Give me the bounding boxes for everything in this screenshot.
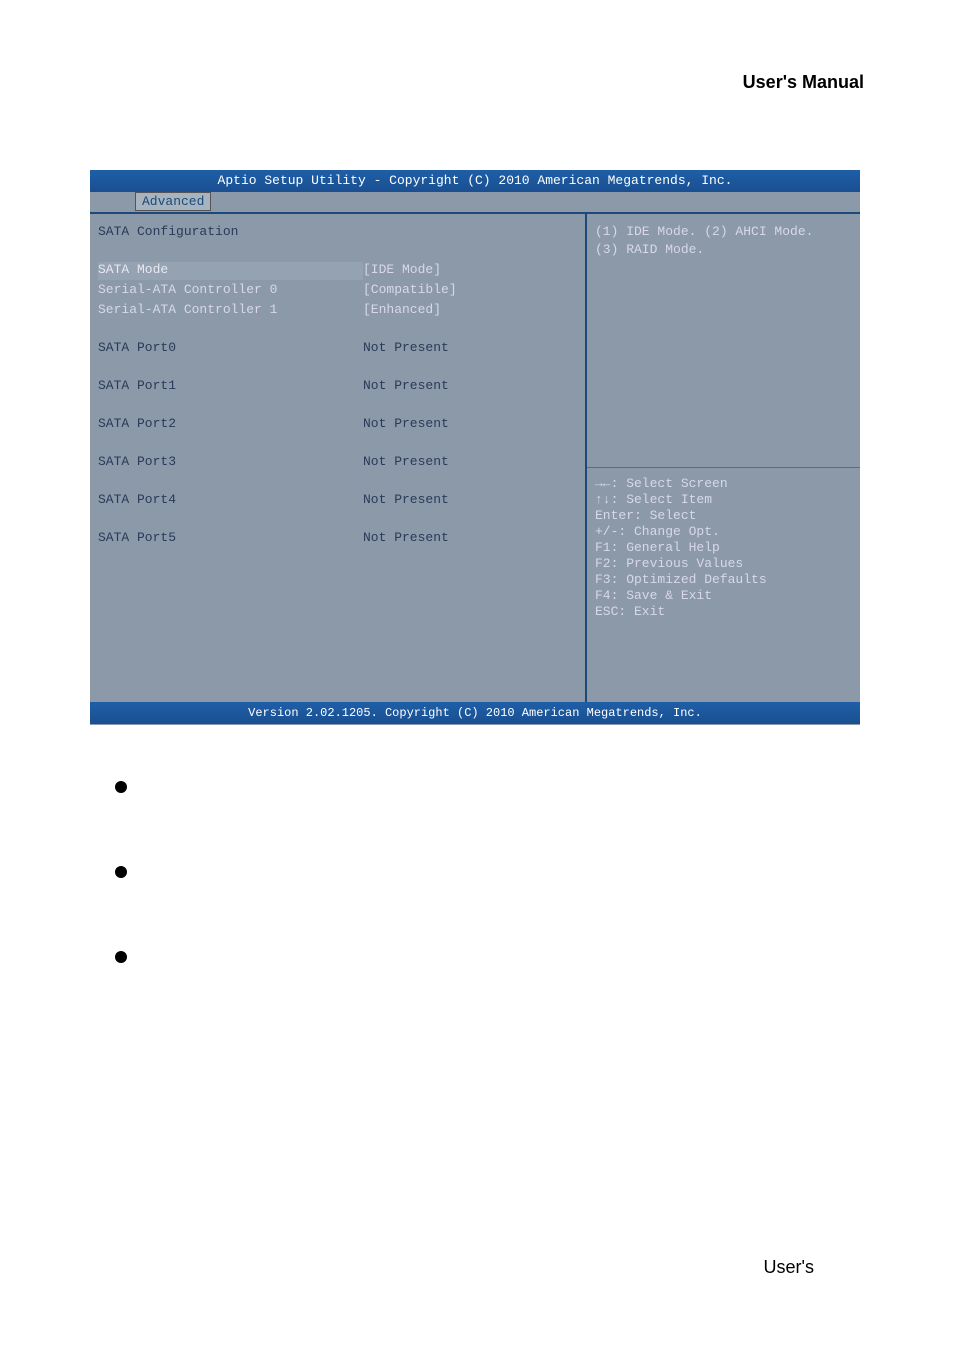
help-divider [587, 467, 860, 468]
port4-row: SATA Port4 Not Present [98, 492, 577, 510]
value-ctrl1: [Enhanced] [363, 302, 441, 320]
nav-f4: F4: Save & Exit [595, 588, 852, 603]
help-line-1: (1) IDE Mode. (2) AHCI Mode. [595, 224, 852, 239]
setting-sata-ctrl1[interactable]: Serial-ATA Controller 1 [Enhanced] [98, 302, 577, 320]
value-port0: Not Present [363, 340, 449, 358]
nav-change-opt: +/-: Change Opt. [595, 524, 852, 539]
section-title: SATA Configuration [98, 224, 363, 242]
bullet-list [115, 778, 855, 1033]
bios-tab-row: Advanced [90, 192, 860, 212]
bullet-icon [115, 951, 127, 963]
bullet-2 [115, 863, 855, 878]
bullet-3 [115, 948, 855, 963]
label-port1: SATA Port1 [98, 378, 363, 396]
port2-row: SATA Port2 Not Present [98, 416, 577, 434]
bios-header: Aptio Setup Utility - Copyright (C) 2010… [90, 170, 860, 192]
bios-right-panel: (1) IDE Mode. (2) AHCI Mode. (3) RAID Mo… [585, 214, 860, 702]
label-sata-mode: SATA Mode [98, 262, 363, 280]
bios-left-panel: SATA Configuration SATA Mode [IDE Mode] … [90, 214, 585, 702]
value-sata-mode: [IDE Mode] [363, 262, 441, 280]
bullet-1 [115, 778, 855, 793]
value-ctrl0: [Compatible] [363, 282, 457, 300]
port3-row: SATA Port3 Not Present [98, 454, 577, 472]
label-port2: SATA Port2 [98, 416, 363, 434]
setting-sata-ctrl0[interactable]: Serial-ATA Controller 0 [Compatible] [98, 282, 577, 300]
nav-f1: F1: General Help [595, 540, 852, 555]
port0-row: SATA Port0 Not Present [98, 340, 577, 358]
bios-screenshot: Aptio Setup Utility - Copyright (C) 2010… [90, 170, 860, 725]
nav-select-screen: →←: Select Screen [595, 476, 852, 491]
bios-footer: Version 2.02.1205. Copyright (C) 2010 Am… [90, 702, 860, 724]
label-port0: SATA Port0 [98, 340, 363, 358]
value-port2: Not Present [363, 416, 449, 434]
label-port3: SATA Port3 [98, 454, 363, 472]
label-port4: SATA Port4 [98, 492, 363, 510]
value-port1: Not Present [363, 378, 449, 396]
nav-f2: F2: Previous Values [595, 556, 852, 571]
nav-enter: Enter: Select [595, 508, 852, 523]
label-ctrl0: Serial-ATA Controller 0 [98, 282, 363, 300]
setting-sata-mode[interactable]: SATA Mode [IDE Mode] [98, 262, 577, 280]
page-header-title: User's Manual [743, 72, 864, 93]
label-ctrl1: Serial-ATA Controller 1 [98, 302, 363, 320]
nav-f3: F3: Optimized Defaults [595, 572, 852, 587]
help-line-2: (3) RAID Mode. [595, 242, 852, 257]
page-footer-text: User's [764, 1257, 814, 1278]
label-port5: SATA Port5 [98, 530, 363, 548]
port1-row: SATA Port1 Not Present [98, 378, 577, 396]
bullet-icon [115, 781, 127, 793]
value-port5: Not Present [363, 530, 449, 548]
value-port3: Not Present [363, 454, 449, 472]
port5-row: SATA Port5 Not Present [98, 530, 577, 548]
bullet-icon [115, 866, 127, 878]
value-port4: Not Present [363, 492, 449, 510]
tab-advanced[interactable]: Advanced [135, 192, 211, 211]
nav-esc: ESC: Exit [595, 604, 852, 619]
nav-select-item: ↑↓: Select Item [595, 492, 852, 507]
bios-main-area: SATA Configuration SATA Mode [IDE Mode] … [90, 212, 860, 702]
